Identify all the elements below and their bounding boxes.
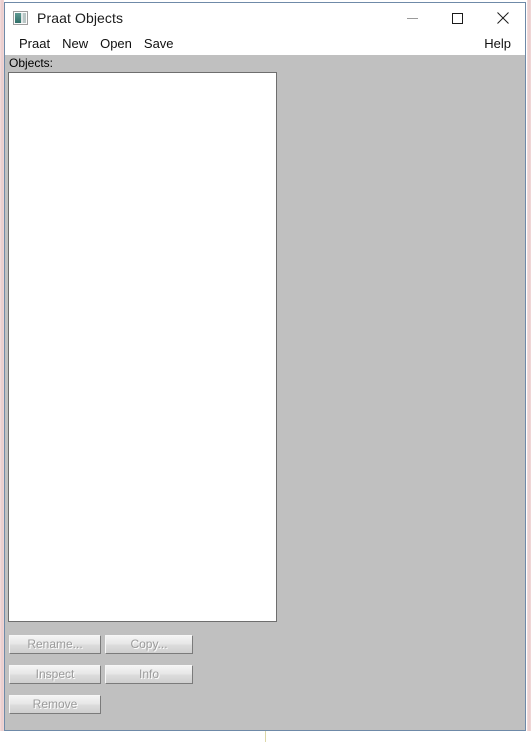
praat-icon-right-block xyxy=(23,13,26,23)
minimize-button[interactable] xyxy=(390,3,435,33)
menu-item-praat[interactable]: Praat xyxy=(13,33,56,55)
menu-bar: Praat New Open Save Help xyxy=(5,33,525,55)
copy-button[interactable]: Copy... xyxy=(105,635,193,654)
menu-item-new[interactable]: New xyxy=(56,33,94,55)
objects-list[interactable] xyxy=(8,72,277,622)
desktop-background: Praat Objects Praat New Open Save Help O… xyxy=(0,0,531,742)
window-title: Praat Objects xyxy=(37,10,124,26)
close-icon xyxy=(496,12,509,24)
client-area: Objects: Rename... Copy... Inspect Info … xyxy=(5,55,525,730)
menu-item-help[interactable]: Help xyxy=(478,33,517,55)
praat-objects-window: Praat Objects Praat New Open Save Help O… xyxy=(4,2,526,731)
objects-list-content xyxy=(9,73,276,621)
praat-app-icon xyxy=(13,11,28,25)
maximize-icon xyxy=(452,12,463,24)
menu-item-save[interactable]: Save xyxy=(138,33,180,55)
menu-item-open[interactable]: Open xyxy=(94,33,138,55)
maximize-button[interactable] xyxy=(435,3,480,33)
rename-button[interactable]: Rename... xyxy=(9,635,101,654)
window-controls xyxy=(390,3,525,33)
inspect-button[interactable]: Inspect xyxy=(9,665,101,684)
minimize-icon xyxy=(407,17,418,19)
objects-label: Objects: xyxy=(9,56,54,70)
remove-button[interactable]: Remove xyxy=(9,695,101,714)
title-bar: Praat Objects xyxy=(5,3,525,33)
close-button[interactable] xyxy=(480,3,525,33)
right-edge-artifact xyxy=(527,0,531,742)
info-button[interactable]: Info xyxy=(105,665,193,684)
bottom-seam-line xyxy=(265,731,266,742)
